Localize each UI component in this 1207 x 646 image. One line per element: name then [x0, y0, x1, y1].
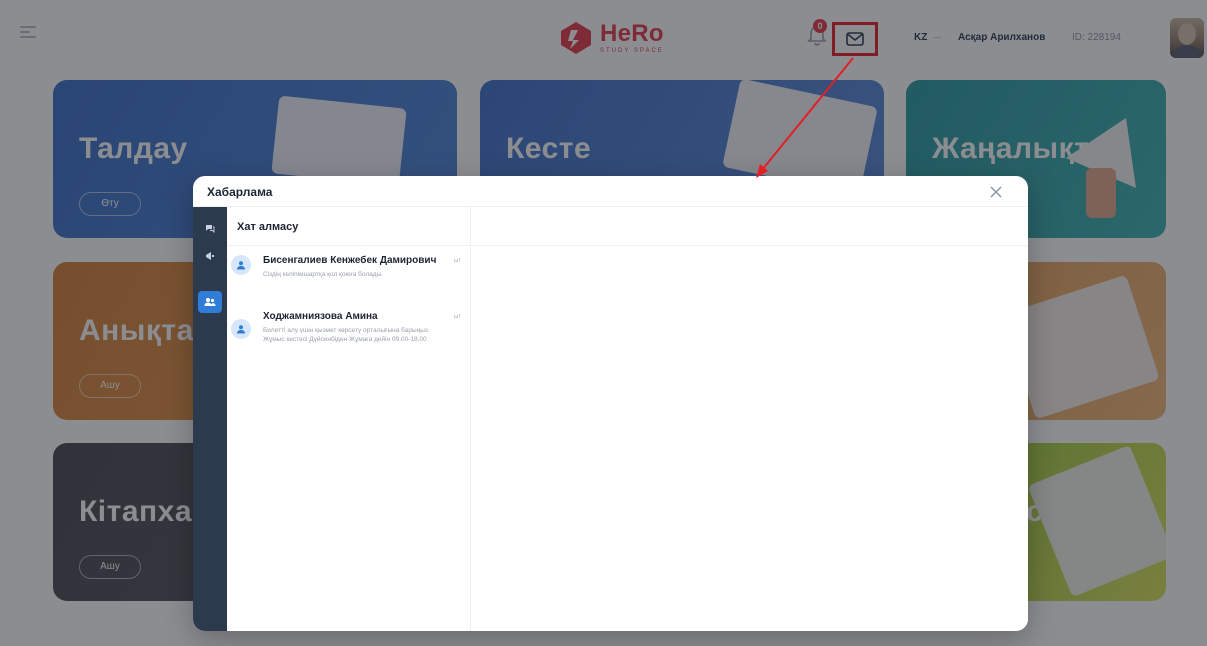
list-item[interactable]: Ходжамниязова Амина ыт Билетті алу үшін … — [227, 303, 471, 369]
user-icon — [237, 325, 245, 334]
list-item[interactable]: Бисенгалиев Кенжебек Дамирович ыт Сіздің… — [227, 251, 471, 297]
list-header: Хат алмасу — [227, 207, 470, 246]
message-preview: Билетті алу үшін қызмет көрсету орталығы… — [263, 327, 430, 343]
message-time: ыт — [453, 314, 461, 320]
modal-title: Хабарлама — [207, 185, 273, 199]
contact-name: Ходжамниязова Амина — [263, 311, 378, 322]
message-thread — [471, 207, 1028, 631]
megaphone-icon — [206, 252, 214, 260]
user-icon — [237, 261, 245, 270]
avatar — [231, 255, 251, 275]
conversation-list: Хат алмасу Бисенгалиев Кенжебек Дамирови… — [227, 207, 471, 631]
modal-sidebar — [193, 207, 227, 631]
messages-modal: Хабарлама Хат алмасу Бисенгалиев Кенжебе… — [193, 176, 1028, 631]
avatar — [231, 319, 251, 339]
users-icon — [204, 298, 216, 306]
message-time: ыт — [453, 258, 461, 264]
rail-item-chats[interactable] — [198, 217, 222, 239]
close-icon[interactable] — [988, 184, 1004, 200]
contact-name: Бисенгалиев Кенжебек Дамирович — [263, 255, 437, 266]
chat-icon — [206, 225, 215, 233]
thread-header — [471, 207, 1028, 246]
message-preview: Сіздің келіпімшартқа қол қоюға болады. — [263, 271, 384, 278]
rail-item-announcements[interactable] — [198, 245, 222, 267]
modal-header: Хабарлама — [193, 176, 1028, 207]
rail-item-contacts[interactable] — [198, 291, 222, 313]
